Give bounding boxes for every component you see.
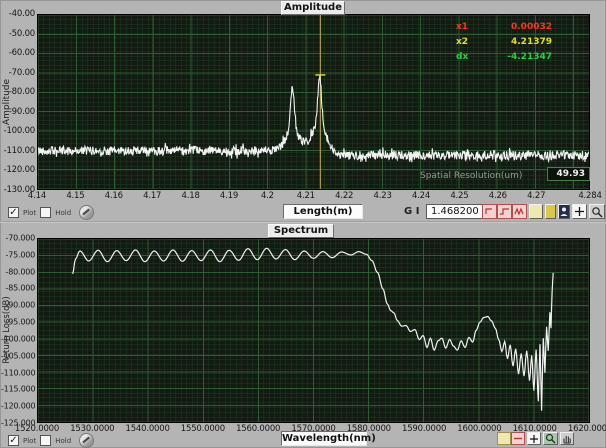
tick-label: -120.000 (1, 402, 35, 411)
amplitude-plot-area[interactable]: x10.00032x24.21379dx-4.21347 Spatial Res… (37, 14, 590, 190)
operator-button[interactable] (558, 204, 570, 219)
group-index-label: G I (404, 206, 419, 217)
spectrum-pan-hand-tool-icon[interactable] (560, 432, 574, 445)
tick-label: -75.000 (1, 250, 35, 259)
spectrum-crosshair-tool-icon[interactable] (527, 432, 541, 445)
amplitude-title-tab: Amplitude (281, 1, 345, 15)
tick-label: -120.00 (1, 165, 35, 175)
step-trace-tool-button[interactable] (497, 204, 512, 219)
cursor-marker-button[interactable] (545, 204, 556, 219)
spectrum-hold-checkbox-label: Hold (55, 437, 71, 445)
tick-label: -60.00 (1, 48, 35, 58)
tick-label: -110.000 (1, 368, 35, 377)
cursor-legend-row: x10.00032 (456, 20, 552, 35)
spectrum-line-tool-button[interactable] (511, 432, 525, 445)
tick-label: -100.00 (1, 126, 35, 136)
amplitude-x-axis-label-tab: Length(m) (283, 204, 363, 219)
spectrum-trace-svg (38, 239, 589, 422)
group-index-input[interactable]: 1.468200 (426, 204, 484, 219)
peaks-trace-tool-button[interactable] (512, 204, 527, 219)
plot-visible-checkbox[interactable]: ✓ (8, 207, 19, 218)
app-window: Amplitude Amplitude -40.00-50.00-60.00-7… (0, 0, 606, 448)
tick-label: -90.00 (1, 107, 35, 117)
panel-divider (0, 221, 606, 223)
selection-tool-button[interactable] (482, 204, 497, 219)
tick-label: -40.00 (1, 9, 35, 19)
spectrum-title-tab: Spectrum (268, 224, 334, 238)
tick-label: -100.000 (1, 334, 35, 343)
zoom-tool-icon[interactable] (589, 204, 605, 219)
tick-label: -80.000 (1, 267, 35, 276)
spectrum-plot-controls: ✓ Plot Hold (8, 433, 94, 448)
spatial-resolution-label: Spatial Resolution(um) (420, 171, 522, 181)
tick-label: -90.000 (1, 301, 35, 310)
tick-label: -50.00 (1, 29, 35, 39)
spectrum-plot-visible-checkbox[interactable]: ✓ (8, 435, 19, 446)
spectrum-hold-checkbox[interactable] (40, 435, 51, 446)
bottom-graph-palette (497, 432, 574, 445)
tick-label: -85.000 (1, 284, 35, 293)
crosshair-tool-icon[interactable] (572, 204, 587, 219)
hold-checkbox-label: Hold (55, 209, 71, 217)
tick-label: -105.000 (1, 351, 35, 360)
spectrum-pen-tool-icon[interactable] (79, 433, 94, 448)
tick-label: -115.000 (1, 385, 35, 394)
spectrum-plot-checkbox-label: Plot (23, 437, 36, 445)
tick-label: 4.284 (558, 191, 606, 201)
hold-checkbox[interactable] (40, 207, 51, 218)
annotation-box-button[interactable] (529, 204, 543, 219)
cursor-legend-row: x24.21379 (456, 35, 552, 50)
spatial-resolution-value: 49.93 (547, 167, 590, 181)
cursor-legend-row: dx-4.21347 (456, 50, 552, 65)
tick-label: -95.000 (1, 318, 35, 327)
spectrum-zoom-tool-icon[interactable] (543, 432, 558, 445)
plot-checkbox-label: Plot (23, 209, 36, 217)
tick-label: -70.00 (1, 68, 35, 78)
spectrum-y-axis-label: Return Loss(dB) (2, 285, 12, 375)
spectrum-plot-area[interactable] (37, 238, 590, 423)
tick-label: -70.000 (1, 234, 35, 243)
cursor-legend: x10.00032x24.21379dx-4.21347 (456, 20, 552, 65)
pen-tool-icon[interactable] (79, 205, 94, 220)
top-graph-palette (482, 204, 606, 219)
tick-label: -110.00 (1, 146, 35, 156)
spectrum-selection-tool-button[interactable] (497, 432, 511, 445)
spectrum-x-axis-label-tab: Wavelength(nm) (281, 431, 367, 446)
amplitude-plot-controls: ✓ Plot Hold (8, 205, 94, 220)
tick-label: -80.00 (1, 87, 35, 97)
